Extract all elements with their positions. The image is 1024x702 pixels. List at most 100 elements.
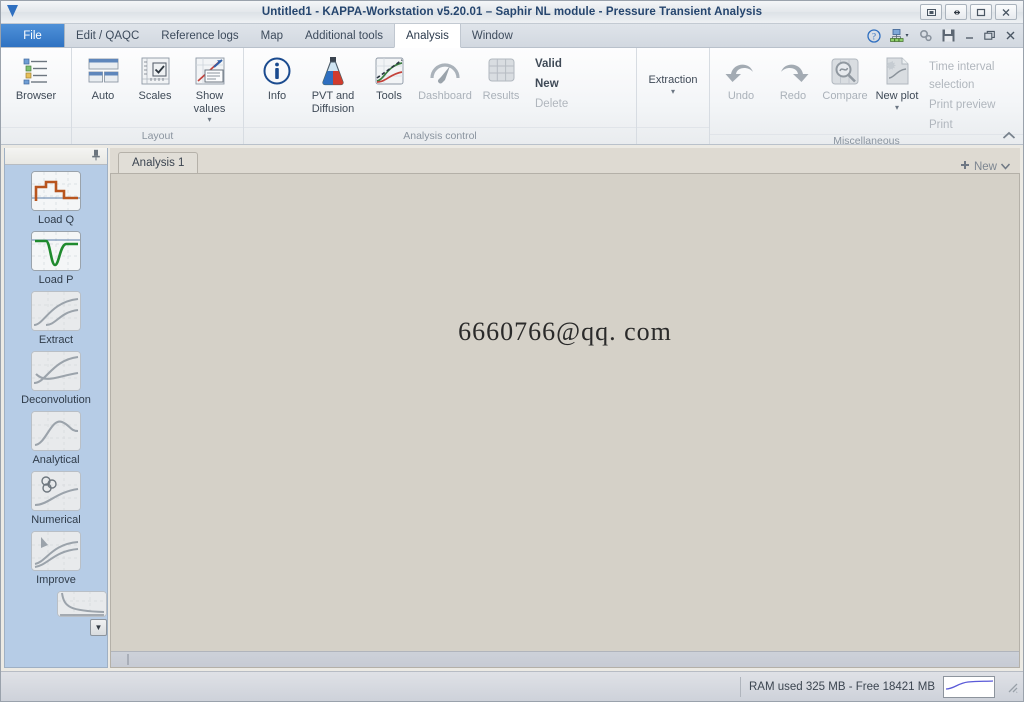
tools-chart-icon — [374, 54, 405, 88]
restore-icon[interactable] — [984, 30, 996, 41]
extraction-button[interactable]: Extraction ▾ — [642, 70, 704, 95]
network-icon[interactable] — [890, 29, 910, 42]
numerical-icon — [31, 471, 81, 511]
sidebar-item-numerical[interactable]: Numerical — [5, 471, 107, 527]
sidebar-item-extract-label: Extract — [38, 334, 74, 346]
resize-width-button[interactable]: _ — [945, 4, 967, 20]
browser-label: Browser — [15, 90, 57, 102]
menu-item-edit-qaqc[interactable]: Edit / QAQC — [65, 24, 150, 47]
menu-item-analysis[interactable]: Analysis — [394, 24, 461, 48]
pin-icon[interactable] — [91, 149, 101, 164]
ribbon-group-layout-label: Layout — [72, 127, 243, 144]
auto-layout-icon — [87, 54, 120, 88]
window-resize-grip[interactable] — [1005, 680, 1019, 694]
dashboard-label: Dashboard — [418, 90, 472, 102]
sidebar-item-improve[interactable]: Improve — [5, 531, 107, 587]
ribbon-group-miscellaneous-label: Miscellaneous — [710, 134, 1023, 147]
pvt-flask-icon — [319, 54, 347, 88]
miscellaneous-actions: Time interval selection Print preview Pr… — [923, 52, 1018, 134]
ribbon-group-layout: Auto Scales Show values ▾ Layout — [71, 48, 243, 144]
print-action[interactable]: Print — [929, 116, 1010, 134]
improve-icon — [31, 531, 81, 571]
chevron-up-icon[interactable] — [999, 127, 1019, 143]
new-action[interactable]: New — [535, 75, 568, 93]
sidebar-item-deconvolution[interactable]: Deconvolution — [5, 351, 107, 407]
info-label: Info — [267, 90, 287, 102]
tab-analysis-1[interactable]: Analysis 1 — [118, 152, 199, 173]
extraction-label: Extraction — [648, 74, 698, 87]
sidebar-item-partial[interactable]: ▼ — [5, 591, 107, 636]
sidebar-item-deconvolution-label: Deconvolution — [21, 394, 91, 406]
help-icon[interactable]: ? — [867, 28, 881, 43]
print-preview-action[interactable]: Print preview — [929, 96, 1010, 114]
new-plot-caret-icon[interactable]: ▾ — [895, 103, 899, 111]
screenshot-button[interactable] — [920, 4, 942, 20]
chevron-down-icon[interactable]: ▼ — [90, 619, 107, 636]
menu-item-map[interactable]: Map — [250, 24, 294, 47]
scales-button[interactable]: Scales — [129, 52, 181, 103]
title-bar: Untitled1 - KAPPA-Workstation v5.20.01 –… — [1, 1, 1023, 24]
auto-label: Auto — [91, 90, 115, 102]
show-values-caret-icon[interactable]: ▾ — [207, 116, 211, 124]
menu-bar: File Edit / QAQC Reference logs Map Addi… — [1, 24, 1023, 48]
redo-icon — [777, 54, 809, 88]
pvt-and-diffusion-label: PVT and Diffusion — [311, 90, 355, 115]
settings-gears-icon[interactable] — [919, 29, 933, 42]
new-plot-icon — [883, 54, 912, 88]
browser-button[interactable]: Browser — [6, 52, 66, 103]
horizontal-scrollbar[interactable] — [111, 651, 1019, 667]
kappa-logo-icon — [1, 4, 23, 20]
results-table-icon — [487, 54, 516, 88]
ribbon-group-analysis-control-label: Analysis control — [244, 127, 636, 144]
new-plot-label: New plot — [875, 90, 919, 102]
watermark-text: 6660766@qq. com — [458, 317, 672, 346]
auto-button[interactable]: Auto — [77, 52, 129, 103]
window-controls: _ — [920, 4, 1023, 20]
close-button[interactable] — [995, 4, 1017, 20]
plot-canvas[interactable]: 6660766@qq. com — [110, 173, 1020, 668]
plus-icon — [960, 160, 970, 173]
extraction-caret-icon[interactable]: ▾ — [671, 87, 675, 95]
sidebar-item-load-q[interactable]: Load Q — [5, 171, 107, 227]
sidebar-item-load-p[interactable]: Load P — [5, 231, 107, 287]
info-button[interactable]: Info — [249, 52, 305, 103]
status-divider — [740, 676, 741, 697]
close-icon[interactable] — [1005, 30, 1016, 41]
menu-item-file[interactable]: File — [1, 24, 65, 47]
new-tab-button[interactable]: New — [960, 160, 1020, 173]
ram-status-label: RAM used 325 MB - Free 18421 MB — [749, 680, 935, 693]
minimize-icon[interactable] — [964, 30, 975, 41]
sidebar-item-analytical[interactable]: Analytical — [5, 411, 107, 467]
svg-text:_: _ — [947, 9, 953, 17]
save-icon[interactable] — [942, 29, 955, 42]
undo-button[interactable]: Undo — [715, 52, 767, 103]
redo-button[interactable]: Redo — [767, 52, 819, 103]
analysis-control-actions: Valid New Delete — [529, 52, 576, 113]
ribbon-group-browser-label — [1, 127, 71, 144]
sidebar-item-extract[interactable]: Extract — [5, 291, 107, 347]
load-p-icon — [31, 231, 81, 271]
chevron-down-icon[interactable] — [1000, 161, 1011, 173]
scrollbar-grip[interactable] — [127, 654, 129, 665]
sidebar-item-analytical-label: Analytical — [32, 454, 80, 466]
menu-item-reference-logs[interactable]: Reference logs — [150, 24, 249, 47]
results-button[interactable]: Results — [473, 52, 529, 103]
tools-label: Tools — [376, 90, 402, 102]
window-title: Untitled1 - KAPPA-Workstation v5.20.01 –… — [261, 6, 763, 18]
delete-action[interactable]: Delete — [535, 95, 568, 113]
show-values-button[interactable]: Show values ▾ — [181, 52, 238, 124]
new-plot-button[interactable]: New plot ▾ — [871, 52, 923, 111]
compare-button[interactable]: Compare — [819, 52, 871, 103]
dashboard-button[interactable]: Dashboard — [417, 52, 473, 103]
menu-item-additional-tools[interactable]: Additional tools — [294, 24, 394, 47]
time-interval-selection-action[interactable]: Time interval selection — [929, 58, 1010, 94]
valid-action[interactable]: Valid — [535, 55, 568, 73]
work-area: Load Q Load P Extract Deconvolution Anal… — [1, 145, 1023, 671]
sidebar-item-list: Load Q Load P Extract Deconvolution Anal… — [5, 165, 107, 667]
menu-item-window[interactable]: Window — [461, 24, 524, 47]
tools-button[interactable]: Tools — [361, 52, 417, 103]
maximize-button[interactable] — [970, 4, 992, 20]
pvt-and-diffusion-button[interactable]: PVT and Diffusion — [305, 52, 361, 115]
tab-bar: Analysis 1 New — [110, 148, 1020, 173]
show-values-icon — [194, 54, 226, 88]
